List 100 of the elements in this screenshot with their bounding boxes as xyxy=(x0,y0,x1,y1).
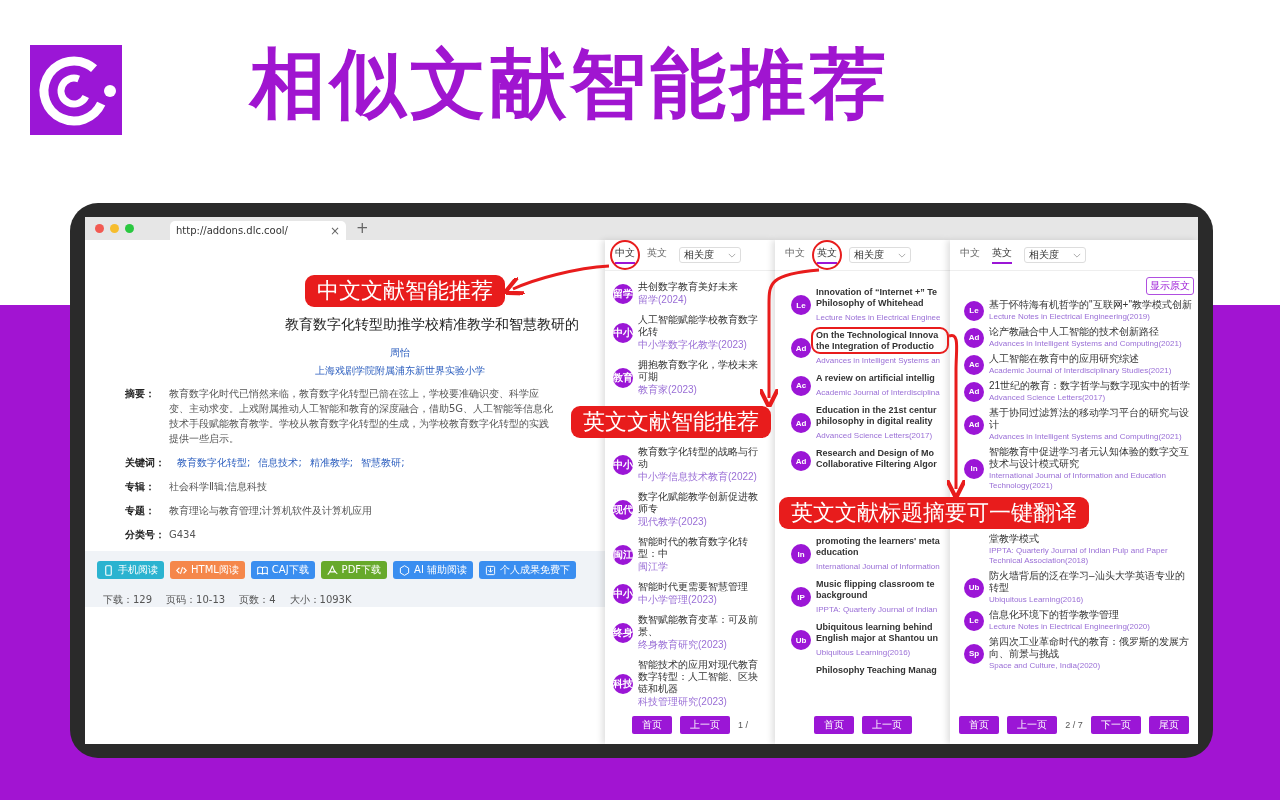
source-avatar: Ad xyxy=(791,338,811,358)
maximize-dot[interactable] xyxy=(125,224,134,233)
result-title-link[interactable]: 防火墙背后的泛在学习–汕头大学英语专业的转型 xyxy=(989,570,1194,594)
result-title-link[interactable]: 数字化赋能教学创新促进教师专 xyxy=(638,491,761,515)
language-tab[interactable]: 中文 xyxy=(785,246,805,264)
result-title-link[interactable]: Innovation of “Internet +” Te Philosophy of Whitehead xyxy=(816,287,944,309)
result-title-link[interactable]: Research and Design of Mo Collaborative Filtering Algor xyxy=(816,448,944,470)
show-original-button[interactable]: 显示原文 xyxy=(1146,277,1194,295)
source-avatar: 科技 xyxy=(613,673,633,694)
result-source: 科技管理研究(2023) xyxy=(638,696,728,708)
keyword-link[interactable]: 精准教学; xyxy=(309,455,354,470)
source-avatar: 中小 xyxy=(613,454,633,475)
result-title-link[interactable]: 人工智能赋能学校教育数字化转 xyxy=(638,314,761,338)
result-source: Advances in Intelligent Systems an xyxy=(816,356,942,366)
result-source: IPPTA: Quarterly Journal of Indian xyxy=(816,605,939,615)
chevron-icon xyxy=(898,252,906,258)
result-title-link[interactable]: 基于协同过滤算法的移动学习平台的研究与设计 xyxy=(989,407,1194,431)
source-avatar: IP xyxy=(791,587,811,607)
minimize-dot[interactable] xyxy=(110,224,119,233)
language-tab[interactable]: 中文 xyxy=(960,246,980,264)
result-source: 闽江学 xyxy=(638,561,669,573)
result-title-link[interactable]: 智能时代更需要智慧管理 xyxy=(638,581,748,593)
stat-text: 页码：10-13 xyxy=(166,593,226,607)
result-source: 中小学数字化教学(2023) xyxy=(638,339,748,351)
result-title-link[interactable]: 智能技术的应用对现代教育数字转型：人工智能、区块链和机器 xyxy=(638,659,761,695)
new-tab-button[interactable]: + xyxy=(356,219,369,238)
pager-button[interactable]: 首页 xyxy=(632,716,672,734)
result-title-link[interactable]: Philosophy Teaching Manag xyxy=(816,665,937,676)
result-source: Lecture Notes in Electrical Engineering(2020) xyxy=(989,622,1150,632)
result-title-link[interactable]: A review on artificial intellig xyxy=(816,373,940,384)
result-title-link[interactable]: 数智赋能教育变革：可及前景、 xyxy=(638,614,761,638)
keyword-link[interactable]: 教育数字化转型; xyxy=(177,455,251,470)
result-source: Ubiquitous Learning(2016) xyxy=(989,595,1085,605)
result-title-link[interactable]: 人工智能在教育中的应用研究综述 xyxy=(989,353,1172,365)
result-title-link[interactable]: 信息化环境下的哲学教学管理 xyxy=(989,609,1150,621)
headline: 相似文献智能推荐 xyxy=(250,37,890,130)
result-title-link[interactable]: 智能教育中促进学习者元认知体验的数字交互技术与设计模式研究 xyxy=(989,446,1194,470)
pager-button[interactable]: 首页 xyxy=(959,716,1000,734)
source-avatar: Le xyxy=(964,300,984,321)
book-icon xyxy=(256,564,268,576)
result-title-link[interactable]: 智能时代的教育数字化转型：中 xyxy=(638,536,761,560)
keyword-link[interactable]: 信息技术; xyxy=(258,455,302,470)
result-title-link[interactable]: 基于怀特海有机哲学的"互联网+"教学模式创新 xyxy=(989,299,1192,311)
result-source: Advanced Science Letters(2017) xyxy=(816,431,934,441)
result-title-link[interactable]: On the Technological Innova the Integration of Productio xyxy=(816,330,944,352)
result-source: 教育家(2023) xyxy=(638,384,698,396)
result-title-link[interactable]: Ubiquitous learning behind English major at Shantou un xyxy=(816,622,944,644)
source-avatar: Ub xyxy=(964,577,984,598)
browser-tab[interactable]: http://addons.dlc.cool/ × xyxy=(170,221,346,240)
result-source: Academic Journal of Interdisciplina xyxy=(816,388,940,398)
callout-label: 英文文献智能推荐 xyxy=(571,406,771,438)
source-avatar: 中小 xyxy=(613,322,633,343)
pager-button[interactable]: 上一页 xyxy=(861,716,912,734)
sort-dropdown[interactable]: 相关度 xyxy=(849,247,911,263)
result-source: 留学(2024) xyxy=(638,294,688,306)
source-avatar: 中小 xyxy=(613,583,633,604)
source-avatar: Ac xyxy=(964,354,984,375)
result-title-link[interactable]: promoting the learners' meta education xyxy=(816,536,944,558)
callout-label: 中文文献智能推荐 xyxy=(305,275,505,307)
result-title-link[interactable]: 堂教学模式 xyxy=(989,533,1194,545)
result-title-link[interactable]: Education in the 21st centur philosophy in digital reality xyxy=(816,405,944,427)
chevron-icon xyxy=(728,252,736,258)
language-tab[interactable]: 英文 xyxy=(817,246,837,264)
field-value: G434 xyxy=(169,528,196,542)
result-title-link[interactable]: 论产教融合中人工智能的技术创新路径 xyxy=(989,326,1182,338)
keyword-link[interactable]: 智慧教研; xyxy=(361,455,405,470)
result-source: International Journal of Information and Education Technology(2021) xyxy=(989,471,1167,491)
language-tab[interactable]: 英文 xyxy=(647,246,667,264)
result-title-link[interactable]: 共创数字教育美好未来 xyxy=(638,281,738,293)
author-link[interactable]: 周怡 xyxy=(390,346,410,360)
result-title-link[interactable]: 第四次工业革命时代的教育：俄罗斯的发展方向、前景与挑战 xyxy=(989,636,1194,660)
source-avatar: Le xyxy=(791,295,811,315)
source-avatar: Ac xyxy=(791,375,811,396)
highlight-circle xyxy=(610,240,640,270)
source-avatar: Ad xyxy=(964,381,984,402)
page-indicator: 1 / xyxy=(738,720,748,730)
source-avatar: In xyxy=(964,458,984,479)
pager-button[interactable]: 下一页 xyxy=(1090,716,1141,734)
close-dot[interactable] xyxy=(95,224,104,233)
pager-button[interactable]: 尾页 xyxy=(1148,716,1189,734)
affiliation-link[interactable]: 上海戏剧学院附属浦东新世界实验小学 xyxy=(315,364,485,378)
language-tab[interactable]: 中文 xyxy=(615,246,635,264)
close-tab-button[interactable]: × xyxy=(329,223,340,238)
result-title-link[interactable]: 21世纪的教育：数字哲学与数字现实中的哲学 xyxy=(989,380,1191,392)
source-avatar: Ad xyxy=(964,327,984,348)
page-indicator: 2 / 7 xyxy=(1065,720,1083,730)
pager-button[interactable]: 上一页 xyxy=(680,716,730,734)
result-title-link[interactable]: Music flipping classroom te background xyxy=(816,579,944,601)
result-source: Ubiquitous Learning(2016) xyxy=(816,648,912,658)
language-tab[interactable]: 英文 xyxy=(992,246,1012,264)
sort-dropdown[interactable]: 相关度 xyxy=(679,247,741,263)
result-source: 中小学信息技术教育(2022) xyxy=(638,471,758,483)
pager-button[interactable]: 首页 xyxy=(813,716,854,734)
source-avatar: In xyxy=(791,544,811,564)
source-avatar: Sp xyxy=(964,643,984,664)
pager-button[interactable]: 上一页 xyxy=(1007,716,1058,734)
field-label: 摘要： xyxy=(125,387,156,401)
result-title-link[interactable]: 拥抱教育数字化，学校未来可期 xyxy=(638,359,761,383)
sort-dropdown[interactable]: 相关度 xyxy=(1024,247,1086,263)
result-title-link[interactable]: 教育数字化转型的战略与行动 xyxy=(638,446,761,470)
